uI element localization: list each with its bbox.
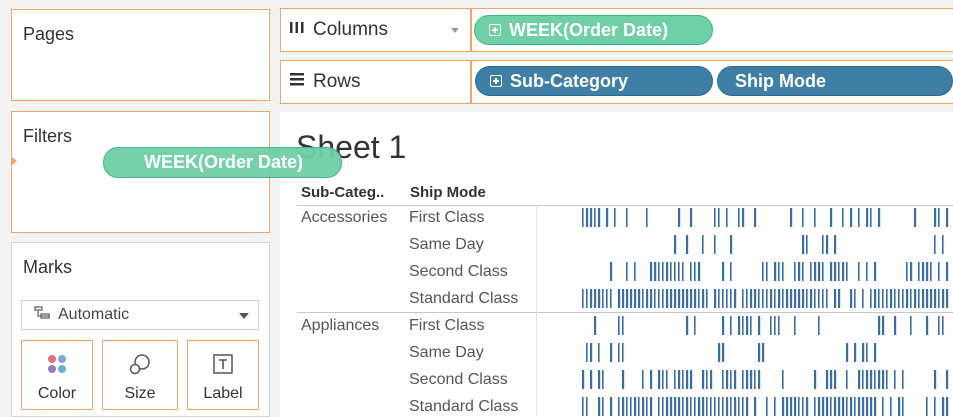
group-divider xyxy=(297,312,953,313)
color-label: Color xyxy=(37,385,77,402)
rows-icon xyxy=(289,71,305,93)
rows-shelf-label: Rows xyxy=(289,71,361,93)
header-ship-mode[interactable]: Ship Mode xyxy=(410,184,486,201)
row-header-first-class[interactable]: First Class xyxy=(409,317,485,335)
pages-card[interactable]: Pages xyxy=(11,9,270,101)
drop-indicator-arrow xyxy=(11,156,17,166)
row-pane-divider xyxy=(536,205,537,417)
columns-icon xyxy=(289,19,305,41)
size-button[interactable]: Size xyxy=(102,340,178,410)
rows-label-text: Rows xyxy=(313,71,361,92)
columns-pill-label: WEEK(Order Date) xyxy=(509,19,669,40)
columns-pill-week-order-date[interactable]: WEEK(Order Date) xyxy=(474,15,713,45)
marks-title: Marks xyxy=(23,257,72,277)
dragging-pill-label: WEEK(Order Date) xyxy=(144,152,304,172)
label-icon xyxy=(212,353,234,380)
row-header-second-class[interactable]: Second Class xyxy=(409,263,508,281)
size-label: Size xyxy=(124,385,156,402)
rows-pill-label-sub-category: Sub-Category xyxy=(510,70,629,91)
color-button[interactable]: Color xyxy=(21,340,93,410)
columns-label-text: Columns xyxy=(313,19,388,40)
header-divider xyxy=(297,205,953,206)
chevron-down-icon xyxy=(239,313,249,319)
columns-shelf-label: Columns xyxy=(289,19,388,41)
row-header-accessories[interactable]: Accessories xyxy=(301,209,387,227)
row-header-same-day[interactable]: Same Day xyxy=(409,236,484,254)
mark-type-dropdown[interactable]: Automatic xyxy=(21,300,259,330)
mark-type-value: Automatic xyxy=(58,306,130,323)
expand-plus-icon xyxy=(489,24,501,36)
label-label: Label xyxy=(203,385,243,402)
columns-shelf-dropdown-icon[interactable] xyxy=(451,28,459,33)
row-header-standard-class[interactable]: Standard Class xyxy=(409,290,518,308)
label-button[interactable]: Label xyxy=(187,340,259,410)
rows-pill-sub-category[interactable]: Sub-Category xyxy=(475,66,713,96)
row-header-second-class[interactable]: Second Class xyxy=(409,371,508,389)
sheet-view: Sheet 1 xyxy=(280,112,953,417)
expand-plus-icon xyxy=(490,75,502,87)
pages-title: Pages xyxy=(23,24,75,44)
dragging-pill-week-order-date[interactable]: WEEK(Order Date) xyxy=(103,147,342,178)
automatic-mark-icon xyxy=(34,305,52,325)
filters-title: Filters xyxy=(23,126,72,146)
color-icon xyxy=(46,353,68,380)
row-header-appliances[interactable]: Appliances xyxy=(301,317,379,335)
size-icon xyxy=(128,353,152,382)
header-sub-category[interactable]: Sub-Categ.. xyxy=(301,184,384,201)
row-header-standard-class[interactable]: Standard Class xyxy=(409,398,518,416)
rows-pill-ship-mode[interactable]: Ship Mode xyxy=(717,66,953,96)
rows-pill-label-ship-mode: Ship Mode xyxy=(735,70,826,91)
row-header-first-class[interactable]: First Class xyxy=(409,209,485,227)
row-header-same-day[interactable]: Same Day xyxy=(409,344,484,362)
